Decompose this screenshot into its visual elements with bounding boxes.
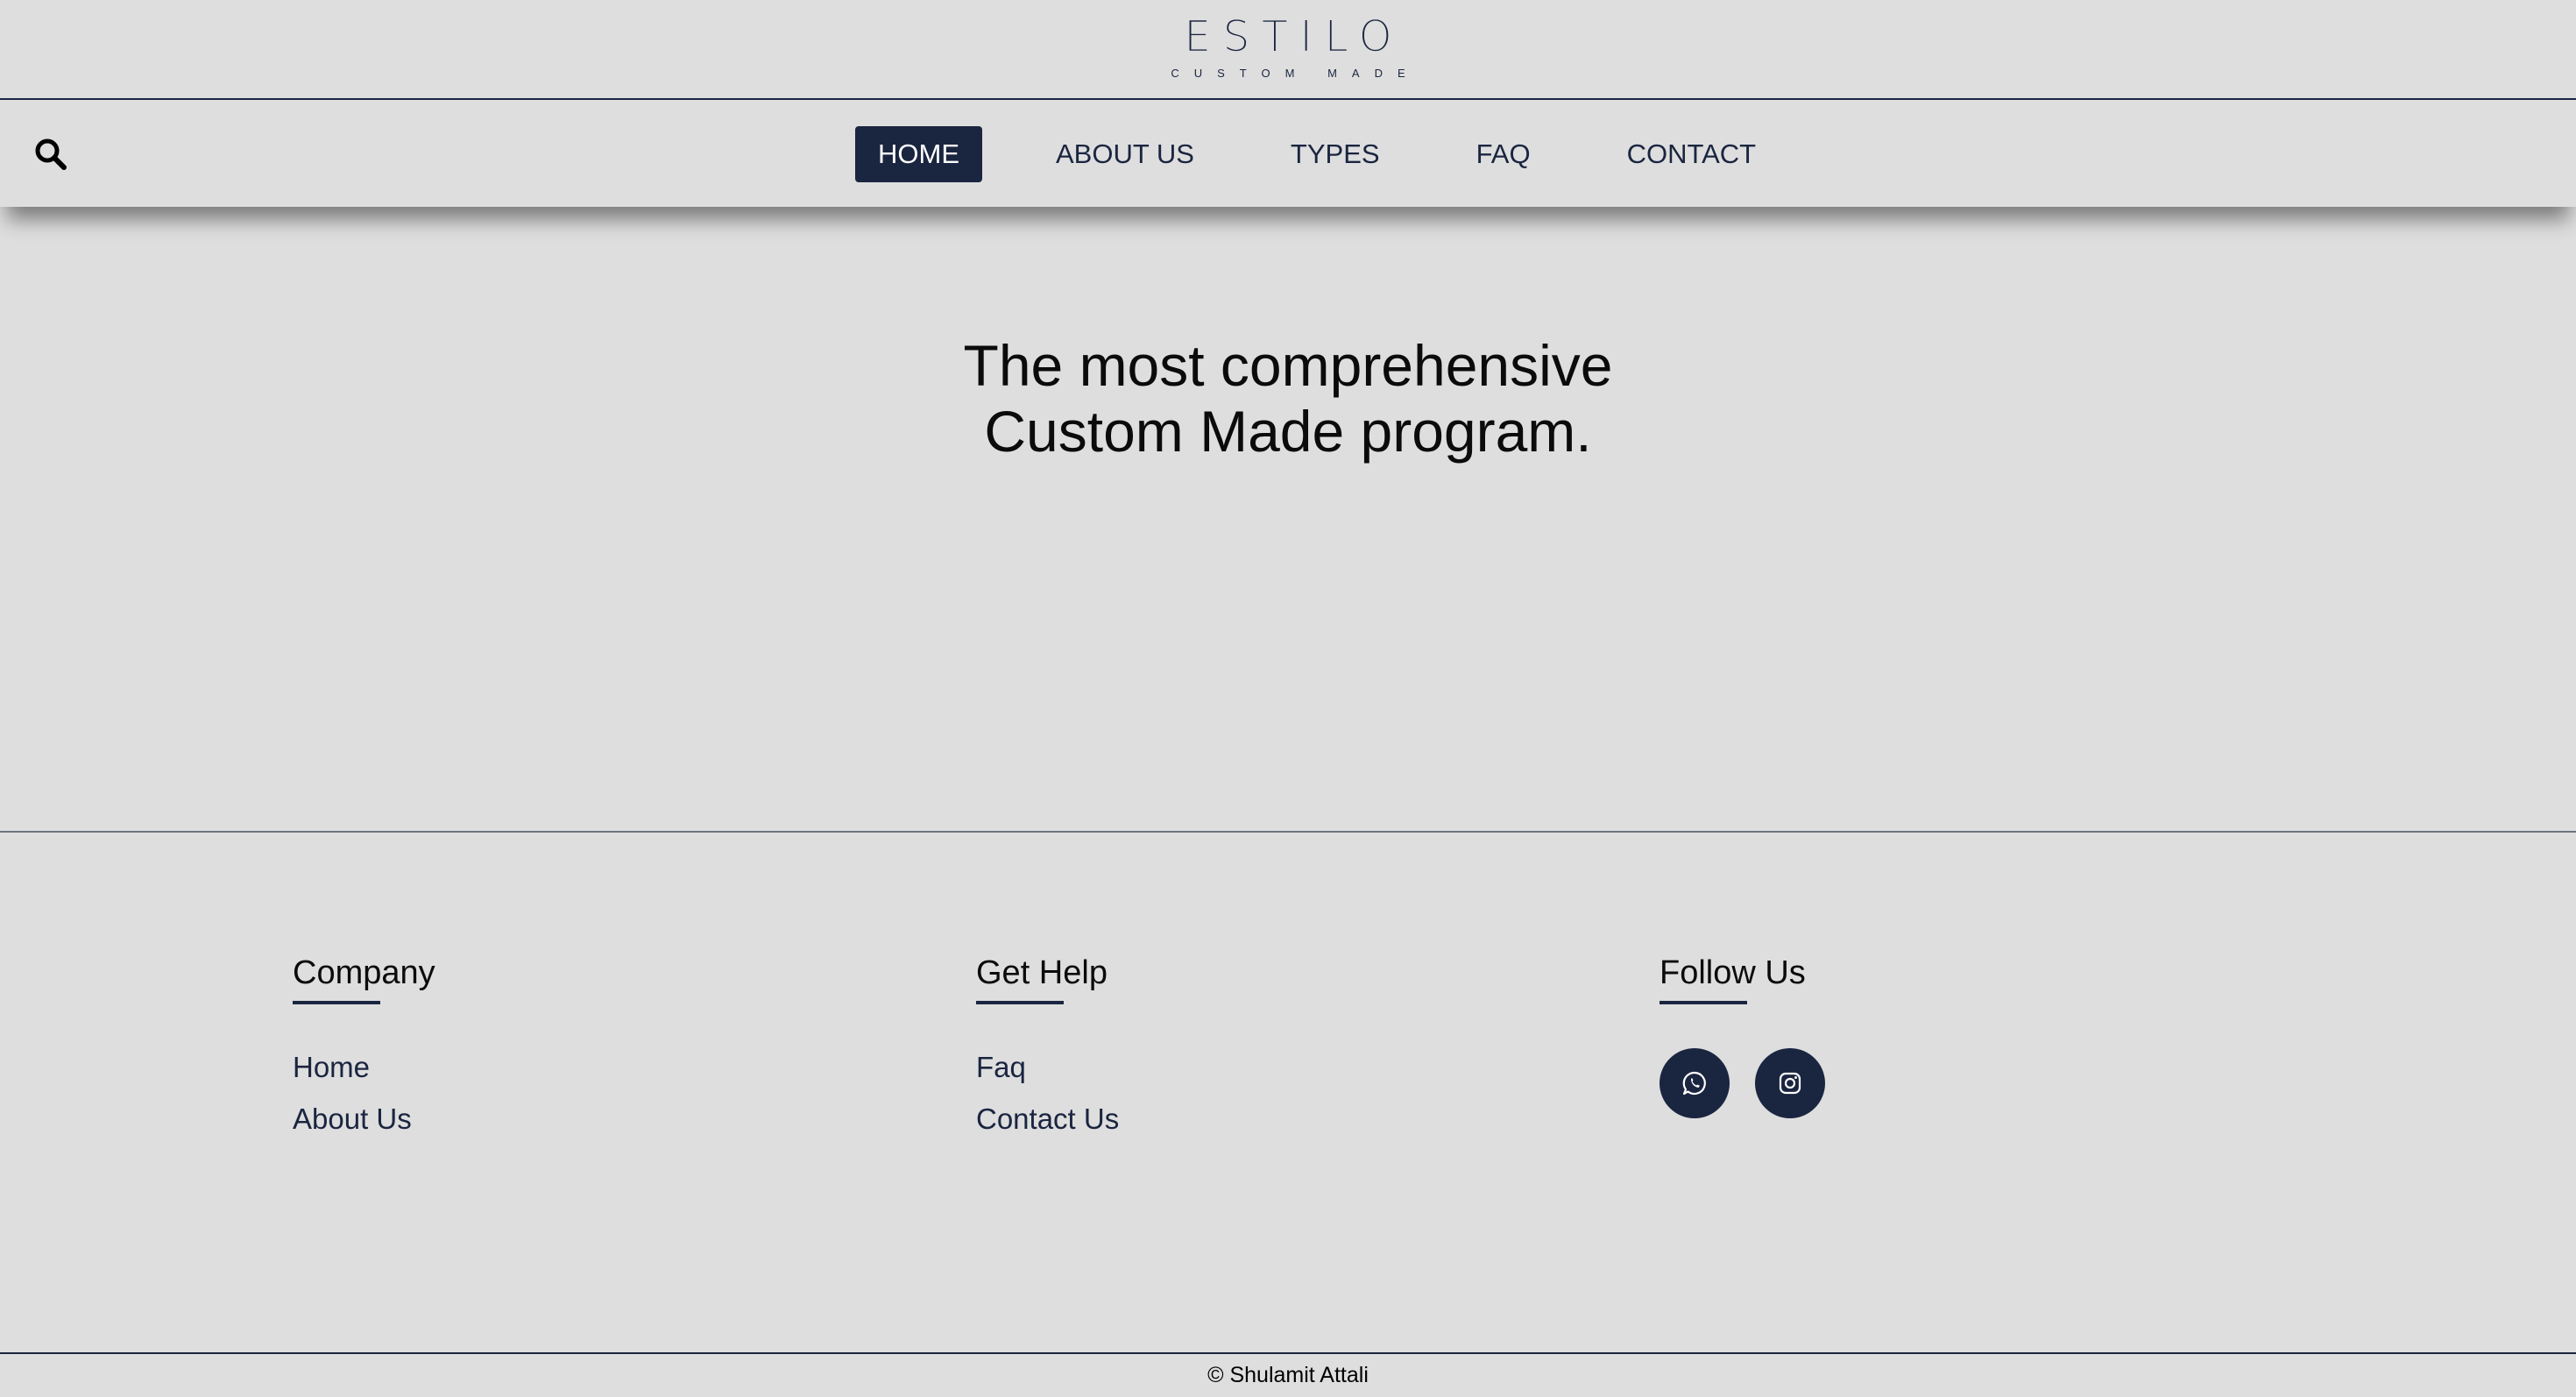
- search-icon[interactable]: [33, 137, 68, 172]
- page: ESTILO CUSTOM MADE HOME ABOUT US TYPES F…: [0, 0, 2576, 1397]
- heading-underline: [293, 1001, 380, 1004]
- whatsapp-icon[interactable]: [1660, 1048, 1730, 1118]
- nav-types[interactable]: TYPES: [1268, 126, 1403, 182]
- footer-link-contact-us[interactable]: Contact Us: [976, 1093, 1119, 1145]
- footer-link-home[interactable]: Home: [293, 1041, 435, 1093]
- instagram-icon[interactable]: [1755, 1048, 1825, 1118]
- footer-company-heading: Company: [293, 954, 435, 991]
- copyright-text: © Shulamit Attali: [1207, 1363, 1369, 1387]
- footer-follow-heading: Follow Us: [1660, 954, 1806, 991]
- footer-company-column: Company Home About Us: [293, 952, 435, 1145]
- copyright-divider: [0, 1352, 2576, 1354]
- heading-underline: [976, 1001, 1064, 1004]
- footer-divider: [0, 831, 2576, 833]
- footer-link-about-us[interactable]: About Us: [293, 1093, 435, 1145]
- nav-links: HOME ABOUT US TYPES FAQ CONTACT: [855, 126, 1779, 182]
- logo-tagline: CUSTOM MADE: [1171, 67, 1420, 80]
- nav-home[interactable]: HOME: [855, 126, 982, 182]
- hero-heading: The most comprehensive Custom Made progr…: [0, 333, 2576, 464]
- hero-line-1: The most comprehensive: [963, 333, 1613, 398]
- logo[interactable]: ESTILO: [1171, 16, 1404, 59]
- main-nav: HOME ABOUT US TYPES FAQ CONTACT: [0, 102, 2576, 207]
- nav-contact[interactable]: CONTACT: [1604, 126, 1780, 182]
- logo-bar: ESTILO CUSTOM MADE: [0, 0, 2576, 100]
- footer-help-heading: Get Help: [976, 954, 1108, 991]
- footer-link-faq[interactable]: Faq: [976, 1041, 1119, 1093]
- nav-faq[interactable]: FAQ: [1454, 126, 1553, 182]
- heading-underline: [1660, 1001, 1747, 1004]
- footer-help-column: Get Help Faq Contact Us: [976, 952, 1119, 1145]
- social-links: [1660, 1048, 1851, 1118]
- hero-line-2: Custom Made program.: [984, 399, 1592, 464]
- nav-about-us[interactable]: ABOUT US: [1033, 126, 1217, 182]
- footer-follow-column: Follow Us: [1660, 952, 1851, 1118]
